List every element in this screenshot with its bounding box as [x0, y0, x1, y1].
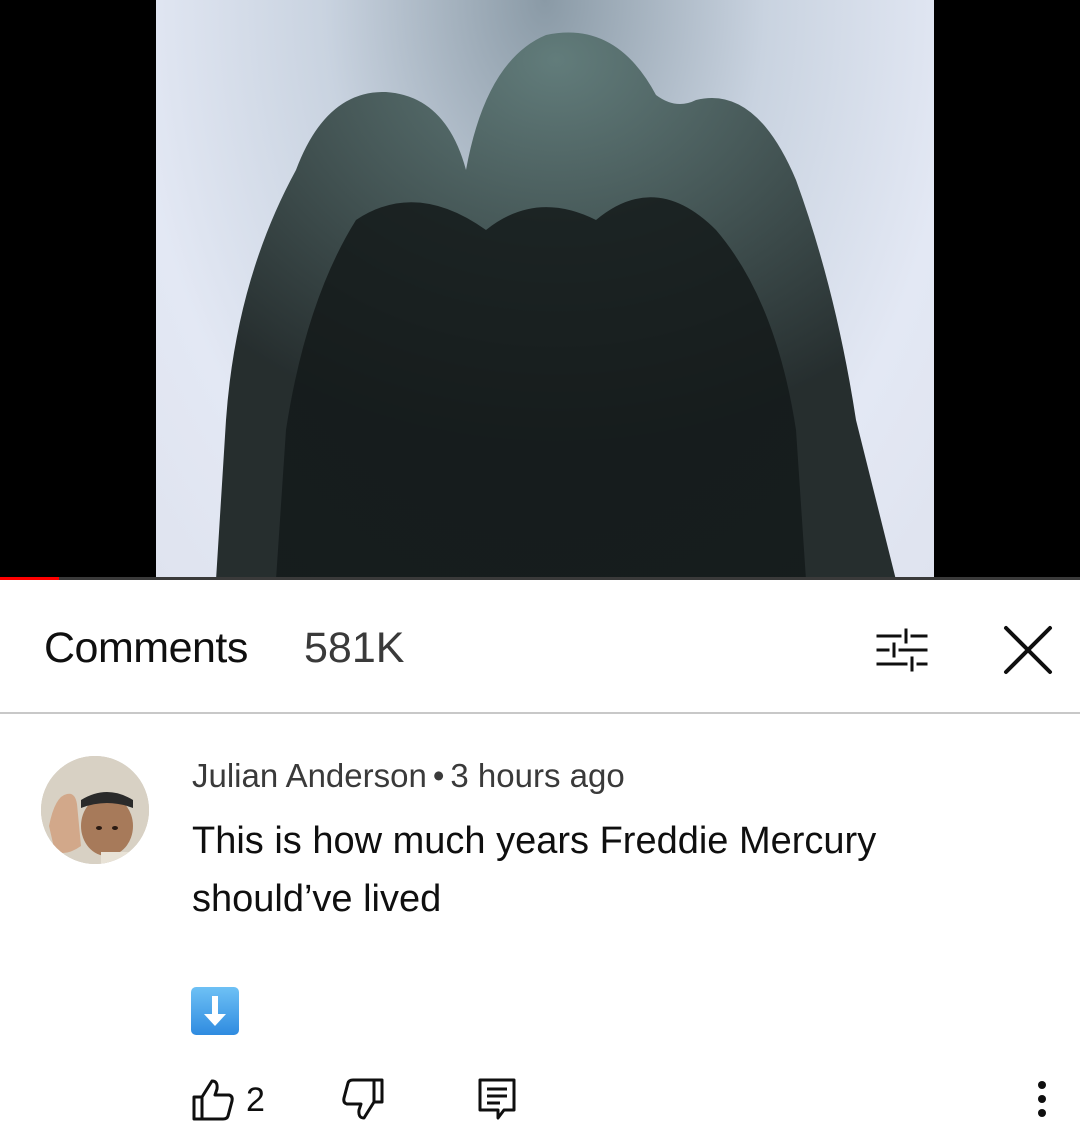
thumbs-up-icon: [192, 1079, 234, 1121]
video-progress-fill: [0, 577, 60, 580]
down-arrow-emoji: [191, 987, 239, 1035]
video-progress-bar[interactable]: [0, 577, 1080, 580]
comments-count: 581K: [304, 624, 405, 672]
thumbs-down-icon: [342, 1078, 384, 1120]
sort-filter-icon: [876, 628, 928, 672]
youtube-comments-screen: Comments 581K Julian Anderson • 3 hours …: [0, 0, 1080, 1147]
close-icon: [1004, 626, 1052, 674]
video-frame: [156, 0, 934, 580]
more-vertical-icon: [1038, 1081, 1046, 1117]
close-comments-button[interactable]: [990, 612, 1066, 688]
dislike-button[interactable]: [340, 1076, 388, 1124]
comment-text-line: should’ve lived: [192, 878, 442, 920]
comments-title: Comments: [44, 624, 248, 672]
avatar-image: [41, 756, 149, 864]
comment-time: 3 hours ago: [450, 757, 625, 794]
sort-filter-button[interactable]: [866, 620, 936, 680]
comment-text-line: This is how much years Freddie Mercury: [192, 820, 877, 862]
like-count: 2: [246, 1080, 265, 1119]
reply-icon: [478, 1078, 516, 1120]
comment-meta: Julian Anderson • 3 hours ago: [192, 757, 625, 795]
meta-separator: •: [432, 757, 445, 794]
band-silhouette-image: [216, 32, 896, 580]
avatar[interactable]: [41, 756, 149, 864]
reply-button[interactable]: [474, 1076, 522, 1124]
comment-author[interactable]: Julian Anderson: [192, 757, 427, 794]
like-button[interactable]: 2: [190, 1076, 265, 1124]
header-divider: [0, 712, 1080, 714]
comment-text: This is how much years Freddie Mercury s…: [192, 812, 1032, 928]
more-options-button[interactable]: [1022, 1072, 1062, 1126]
video-player[interactable]: [0, 0, 1080, 580]
